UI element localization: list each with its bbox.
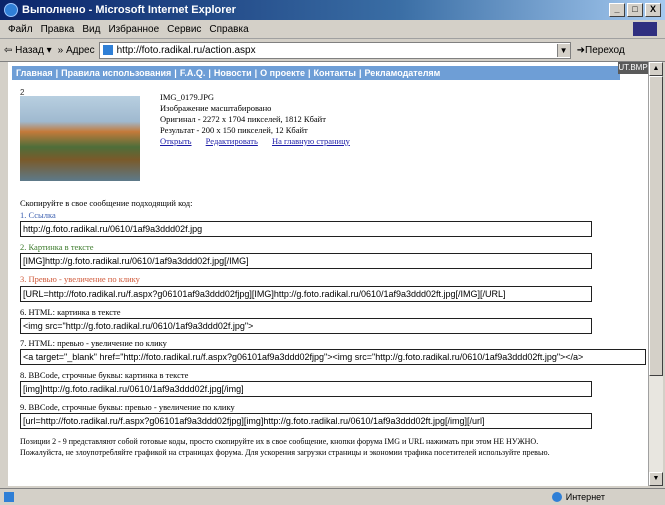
back-button[interactable]: ⇦ Назад ▾ — [4, 45, 52, 56]
zone-label: Интернет — [565, 492, 605, 502]
code-label-html-img: 6. HTML: картинка в тексте — [20, 307, 121, 317]
menu-favorites[interactable]: Избранное — [108, 24, 159, 35]
address-label: » Адрес — [57, 44, 95, 56]
scrollbar-thumb[interactable] — [649, 76, 663, 376]
address-url[interactable]: http://foto.radikal.ru/action.aspx — [117, 45, 557, 56]
ie-icon — [4, 3, 18, 17]
menu-tools[interactable]: Сервис — [167, 24, 201, 35]
page-content: Главная | Правила использования | F.A.Q. | Нов… — [8, 62, 648, 486]
nav-news[interactable]: Новости — [214, 68, 252, 78]
home-link[interactable]: На главную страницу — [272, 136, 350, 146]
nav-contacts[interactable]: Контакты — [314, 68, 356, 78]
code-field-link[interactable]: http://g.foto.radikal.ru/0610/1af9a3ddd0… — [20, 221, 592, 237]
image-thumbnail[interactable] — [20, 96, 140, 181]
windows-logo-icon — [633, 22, 657, 36]
address-dropdown-icon[interactable]: ▼ — [556, 43, 570, 57]
nav-about[interactable]: О проекте — [260, 68, 305, 78]
nav-faq[interactable]: F.A.Q. — [180, 68, 206, 78]
menu-help[interactable]: Справка — [209, 24, 248, 35]
status-bar: Интернет — [0, 488, 665, 505]
code-label-bbcode-preview: 9. BBCode, строчные буквы: превью - увел… — [20, 402, 235, 412]
go-button[interactable]: ➜Переход — [577, 45, 625, 56]
code-field-preview[interactable]: [URL=http://foto.radikal.ru/f.aspx?g0610… — [20, 286, 592, 302]
nav-rules[interactable]: Правила использования — [61, 68, 171, 78]
image-info: IMG_0179.JPG Изображение масштабировано … — [160, 92, 362, 147]
menu-view[interactable]: Вид — [82, 24, 100, 35]
image-scaled-note: Изображение масштабировано — [160, 103, 272, 113]
globe-icon — [551, 492, 562, 502]
address-input[interactable]: http://foto.radikal.ru/action.aspx ▼ — [98, 41, 571, 59]
usage-note: Позиции 2 - 9 представляют собой готовые… — [20, 437, 550, 457]
code-field-bbcode-preview[interactable]: [url=http://foto.radikal.ru/f.aspx?g0610… — [20, 413, 592, 429]
menu-bar: Файл Правка Вид Избранное Сервис Справка — [0, 20, 665, 39]
menu-edit[interactable]: Правка — [41, 24, 75, 35]
menu-file[interactable]: Файл — [8, 24, 33, 35]
minimize-button[interactable]: _ — [609, 3, 625, 17]
image-filename: IMG_0179.JPG — [160, 92, 215, 102]
code-label-preview: 3. Превью - увеличение по клику — [20, 274, 140, 284]
code-label-html-preview: 7. HTML: превью - увеличение по клику — [20, 338, 167, 348]
image-original-size: Оригинал - 2272 x 1704 пикселей, 1812 Кб… — [160, 114, 326, 124]
security-zone: Интернет — [551, 492, 605, 502]
open-link[interactable]: Открыть — [160, 136, 192, 146]
copy-prompt: Скопируйте в свое сообщение подходящий к… — [20, 198, 193, 208]
code-field-img[interactable]: [IMG]http://g.foto.radikal.ru/0610/1af9a… — [20, 253, 592, 269]
vertical-scrollbar[interactable]: ▲ ▼ — [648, 62, 663, 486]
code-field-html-img[interactable]: <img src="http://g.foto.radikal.ru/0610/… — [20, 318, 592, 334]
title-bar: Выполнено - Microsoft Internet Explorer … — [0, 0, 665, 20]
scroll-up-icon[interactable]: ▲ — [649, 62, 663, 76]
corner-label: UT.BMP — [618, 62, 648, 74]
code-label-img: 2. Картинка в тексте — [20, 242, 94, 252]
close-button[interactable]: X — [645, 3, 661, 17]
edit-link[interactable]: Редактировать — [206, 136, 258, 146]
code-field-html-preview[interactable]: <a target="_blank" href="http://foto.rad… — [20, 349, 646, 365]
image-result-size: Результат - 200 x 150 пикселей, 12 Кбайт — [160, 125, 308, 135]
code-label-link: 1. Ссылка — [20, 210, 56, 220]
nav-home[interactable]: Главная — [16, 68, 53, 78]
scroll-down-icon[interactable]: ▼ — [649, 472, 663, 486]
code-label-bbcode-img: 8. BBCode, строчные буквы: картинка в те… — [20, 370, 189, 380]
page-status-icon — [4, 492, 14, 502]
maximize-button[interactable]: □ — [627, 3, 643, 17]
code-field-bbcode-img[interactable]: [img]http://g.foto.radikal.ru/0610/1af9a… — [20, 381, 592, 397]
nav-advertisers[interactable]: Рекламодателям — [365, 68, 441, 78]
page-icon — [102, 45, 113, 55]
site-nav: Главная | Правила использования | F.A.Q. | Нов… — [12, 66, 620, 80]
address-bar: ⇦ Назад ▾ » Адрес http://foto.radikal.ru… — [0, 39, 665, 62]
window-title: Выполнено - Microsoft Internet Explorer — [22, 4, 236, 16]
